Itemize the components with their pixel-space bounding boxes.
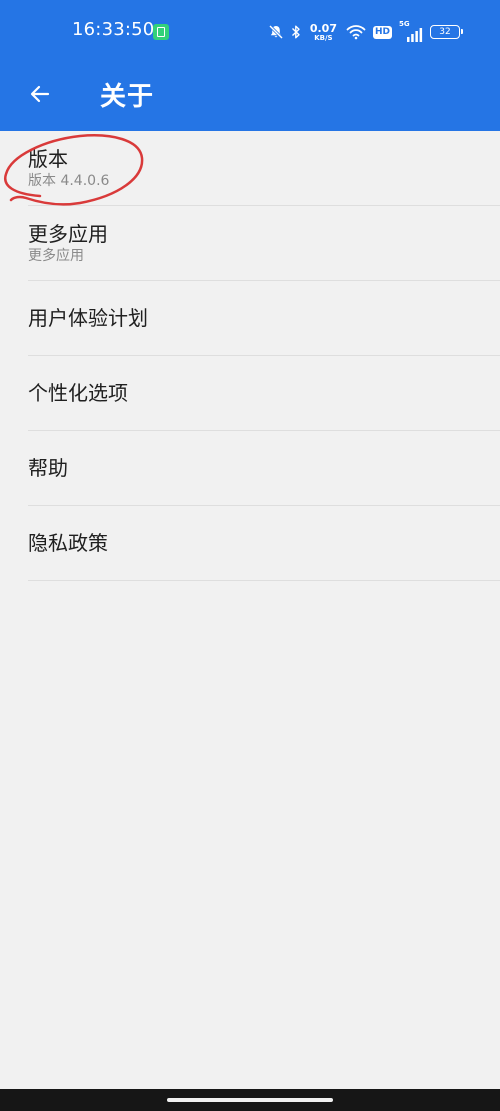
settings-list: 版本 版本 4.4.0.6 更多应用 更多应用 用户体验计划 个性化选项 帮助 … — [0, 131, 500, 581]
list-item-privacy-policy[interactable]: 隐私政策 — [0, 506, 500, 581]
list-item-personalization[interactable]: 个性化选项 — [0, 356, 500, 431]
list-item-title: 隐私政策 — [28, 531, 108, 555]
battery-icon: 32 — [430, 25, 463, 39]
status-icons: 0.07 KB/S HD 5G 32 — [268, 20, 463, 44]
battery-level: 32 — [439, 26, 451, 37]
app-notification-icon — [153, 24, 169, 40]
wifi-icon — [346, 25, 366, 40]
list-item-title: 更多应用 — [28, 221, 108, 246]
list-item-title: 用户体验计划 — [28, 306, 148, 330]
list-item-version[interactable]: 版本 版本 4.4.0.6 — [0, 131, 500, 206]
list-item-text: 用户体验计划 — [28, 281, 148, 356]
top-bar: 16:33:50 0.07 KB/S HD 5G 32 关于 — [0, 0, 500, 131]
list-item-title: 个性化选项 — [28, 381, 128, 405]
list-item-title: 帮助 — [28, 456, 68, 480]
list-item-text: 隐私政策 — [28, 506, 108, 581]
list-item-user-experience[interactable]: 用户体验计划 — [0, 281, 500, 356]
list-item-more-apps[interactable]: 更多应用 更多应用 — [0, 206, 500, 281]
list-item-subtitle: 版本 4.4.0.6 — [28, 172, 110, 189]
home-indicator[interactable] — [167, 1098, 333, 1102]
list-item-text: 个性化选项 — [28, 356, 128, 431]
network-speed-value: 0.07 — [309, 21, 337, 35]
network-speed-unit: KB/S — [314, 33, 333, 42]
back-button[interactable] — [20, 74, 60, 114]
signal-icon: 5G — [399, 20, 423, 42]
list-item-text: 版本 版本 4.4.0.6 — [28, 131, 109, 206]
status-bar: 16:33:50 0.07 KB/S HD 5G 32 — [0, 0, 500, 64]
list-item-subtitle: 更多应用 — [28, 247, 84, 264]
list-item-text: 帮助 — [28, 431, 68, 506]
page-title: 关于 — [100, 82, 155, 112]
app-bar: 关于 — [0, 64, 500, 131]
list-item-help[interactable]: 帮助 — [0, 431, 500, 506]
network-speed: 0.07 KB/S — [310, 23, 337, 42]
mute-icon — [268, 24, 283, 40]
bluetooth-icon — [291, 25, 300, 39]
hd-badge: HD — [372, 25, 392, 39]
arrow-left-icon — [30, 85, 50, 103]
list-item-text: 更多应用 更多应用 — [28, 206, 108, 281]
navigation-bar — [0, 1089, 500, 1111]
status-time: 16:33:50 — [72, 19, 155, 40]
signal-network-label: 5G — [399, 20, 410, 28]
list-item-title: 版本 — [28, 146, 68, 171]
